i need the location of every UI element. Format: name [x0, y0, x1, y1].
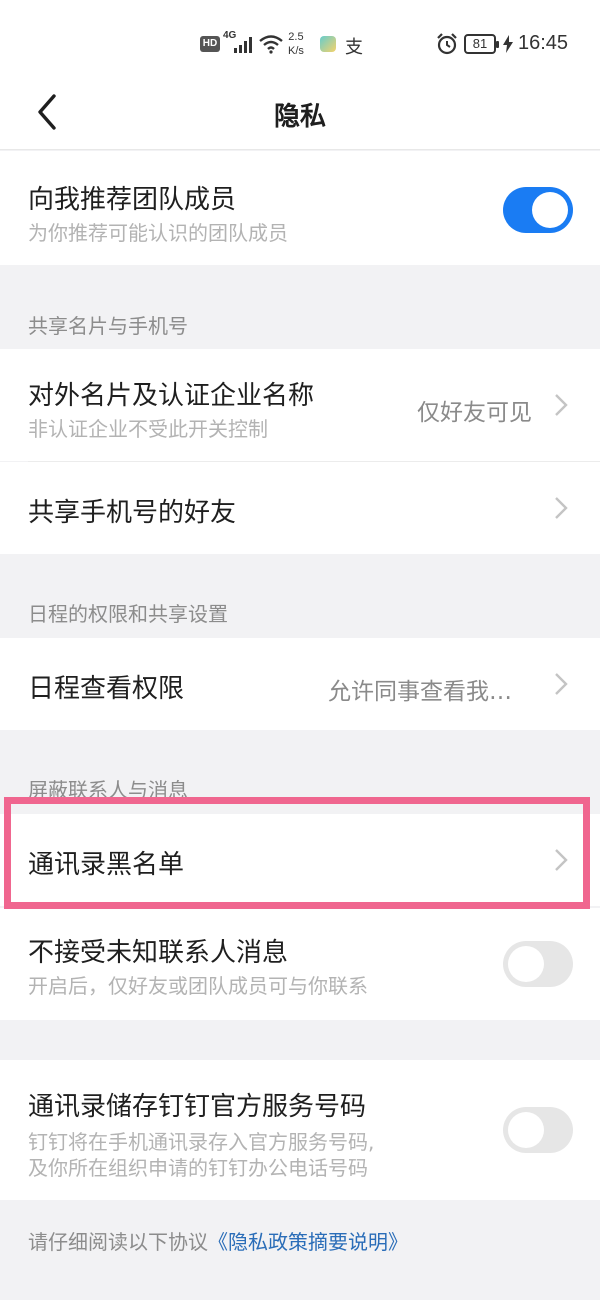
recommend-members-toggle[interactable]: [503, 187, 573, 233]
contacts-blacklist-row[interactable]: 通讯录黑名单: [0, 814, 600, 906]
recommend-members-row: 向我推荐团队成员 为你推荐可能认识的团队成员: [0, 151, 600, 265]
group-label-card-phone: 共享名片与手机号: [28, 314, 188, 338]
store-official-numbers-row: 通讯录储存钉钉官方服务号码 钉钉将在手机通讯录存入官方服务号码, 及你所在组织申…: [0, 1060, 600, 1200]
footer-notice: 请仔细阅读以下协议《隐私政策摘要说明》: [28, 1226, 408, 1255]
schedule-permission-value: 允许同事查看我…: [328, 679, 512, 705]
group-label-schedule: 日程的权限和共享设置: [28, 602, 228, 626]
page-title: 隐私: [273, 102, 326, 132]
unknown-contacts-title: 不接受未知联系人消息: [28, 938, 289, 968]
network-speed: 2.5 K/s: [288, 31, 304, 57]
chevron-right-icon: [555, 394, 568, 416]
contacts-blacklist-title: 通讯录黑名单: [28, 850, 185, 880]
recommend-members-subtitle: 为你推荐可能认识的团队成员: [28, 221, 288, 245]
status-bar: HD 4G 2.5 K/s 支 81 16:45: [0, 0, 600, 90]
store-official-numbers-subtitle-1: 钉钉将在手机通讯录存入官方服务号码,: [28, 1130, 375, 1154]
battery-indicator: 81: [464, 34, 499, 54]
recommend-members-title: 向我推荐团队成员: [28, 185, 237, 215]
toggle-knob: [508, 946, 544, 982]
store-official-numbers-subtitle-2: 及你所在组织申请的钉钉办公电话号码: [28, 1156, 368, 1180]
clock: 16:45: [518, 32, 569, 54]
chevron-right-icon: [555, 673, 568, 695]
schedule-permission-title: 日程查看权限: [28, 674, 185, 704]
chevron-right-icon: [555, 497, 568, 519]
privacy-policy-link[interactable]: 《隐私政策摘要说明》: [208, 1230, 408, 1254]
shared-phone-friends-title: 共享手机号的好友: [28, 498, 237, 528]
alarm-icon: [437, 33, 457, 55]
chevron-right-icon: [555, 849, 568, 871]
business-card-value: 仅好友可见: [417, 400, 532, 426]
business-card-subtitle: 非认证企业不受此开关控制: [28, 417, 268, 441]
signal-icon: [234, 37, 252, 53]
toggle-knob: [532, 192, 568, 228]
business-card-title: 对外名片及认证企业名称: [28, 381, 315, 411]
alipay-icon: 支: [345, 37, 363, 58]
group-label-block: 屏蔽联系人与消息: [28, 778, 188, 802]
app-notification-icon: [320, 36, 336, 52]
toggle-knob: [508, 1112, 544, 1148]
navigation-bar: 隐私: [0, 90, 600, 150]
store-official-numbers-toggle[interactable]: [503, 1107, 573, 1153]
unknown-contacts-row: 不接受未知联系人消息 开启后，仅好友或团队成员可与你联系: [0, 908, 600, 1020]
unknown-contacts-toggle[interactable]: [503, 941, 573, 987]
store-official-numbers-title: 通讯录储存钉钉官方服务号码: [28, 1092, 367, 1122]
unknown-contacts-subtitle: 开启后，仅好友或团队成员可与你联系: [28, 974, 368, 998]
footer-text: 请仔细阅读以下协议: [28, 1230, 208, 1254]
shared-phone-friends-row[interactable]: 共享手机号的好友: [0, 462, 600, 554]
wifi-icon: [259, 35, 283, 54]
charging-icon: [503, 35, 513, 53]
hd-icon: HD: [200, 36, 220, 52]
schedule-permission-row[interactable]: 日程查看权限 允许同事查看我…: [0, 638, 600, 730]
business-card-row[interactable]: 对外名片及认证企业名称 非认证企业不受此开关控制 仅好友可见: [0, 349, 600, 461]
